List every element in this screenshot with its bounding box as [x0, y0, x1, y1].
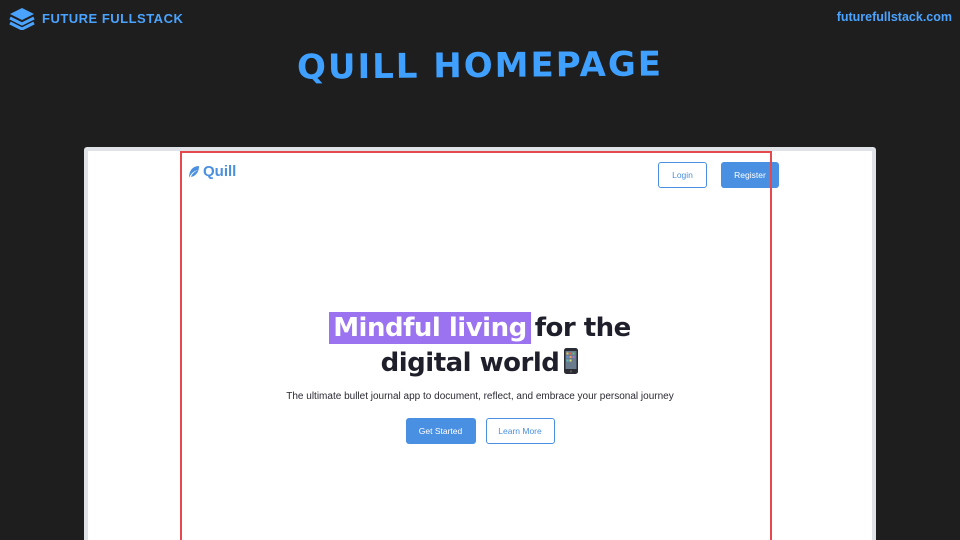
- slide: FUTURE FULLSTACK futurefullstack.com QUI…: [0, 0, 960, 540]
- site-url: futurefullstack.com: [836, 10, 952, 24]
- screenshot-frame: Quill Login Register Mindful living for t…: [84, 147, 876, 540]
- slide-title: QUILL HOMEPAGE: [296, 44, 664, 88]
- brand-name: FUTURE FULLSTACK: [42, 10, 184, 26]
- brand: FUTURE FULLSTACK: [8, 6, 183, 30]
- stacked-layers-icon: [9, 8, 35, 30]
- highlight-box: [180, 151, 772, 540]
